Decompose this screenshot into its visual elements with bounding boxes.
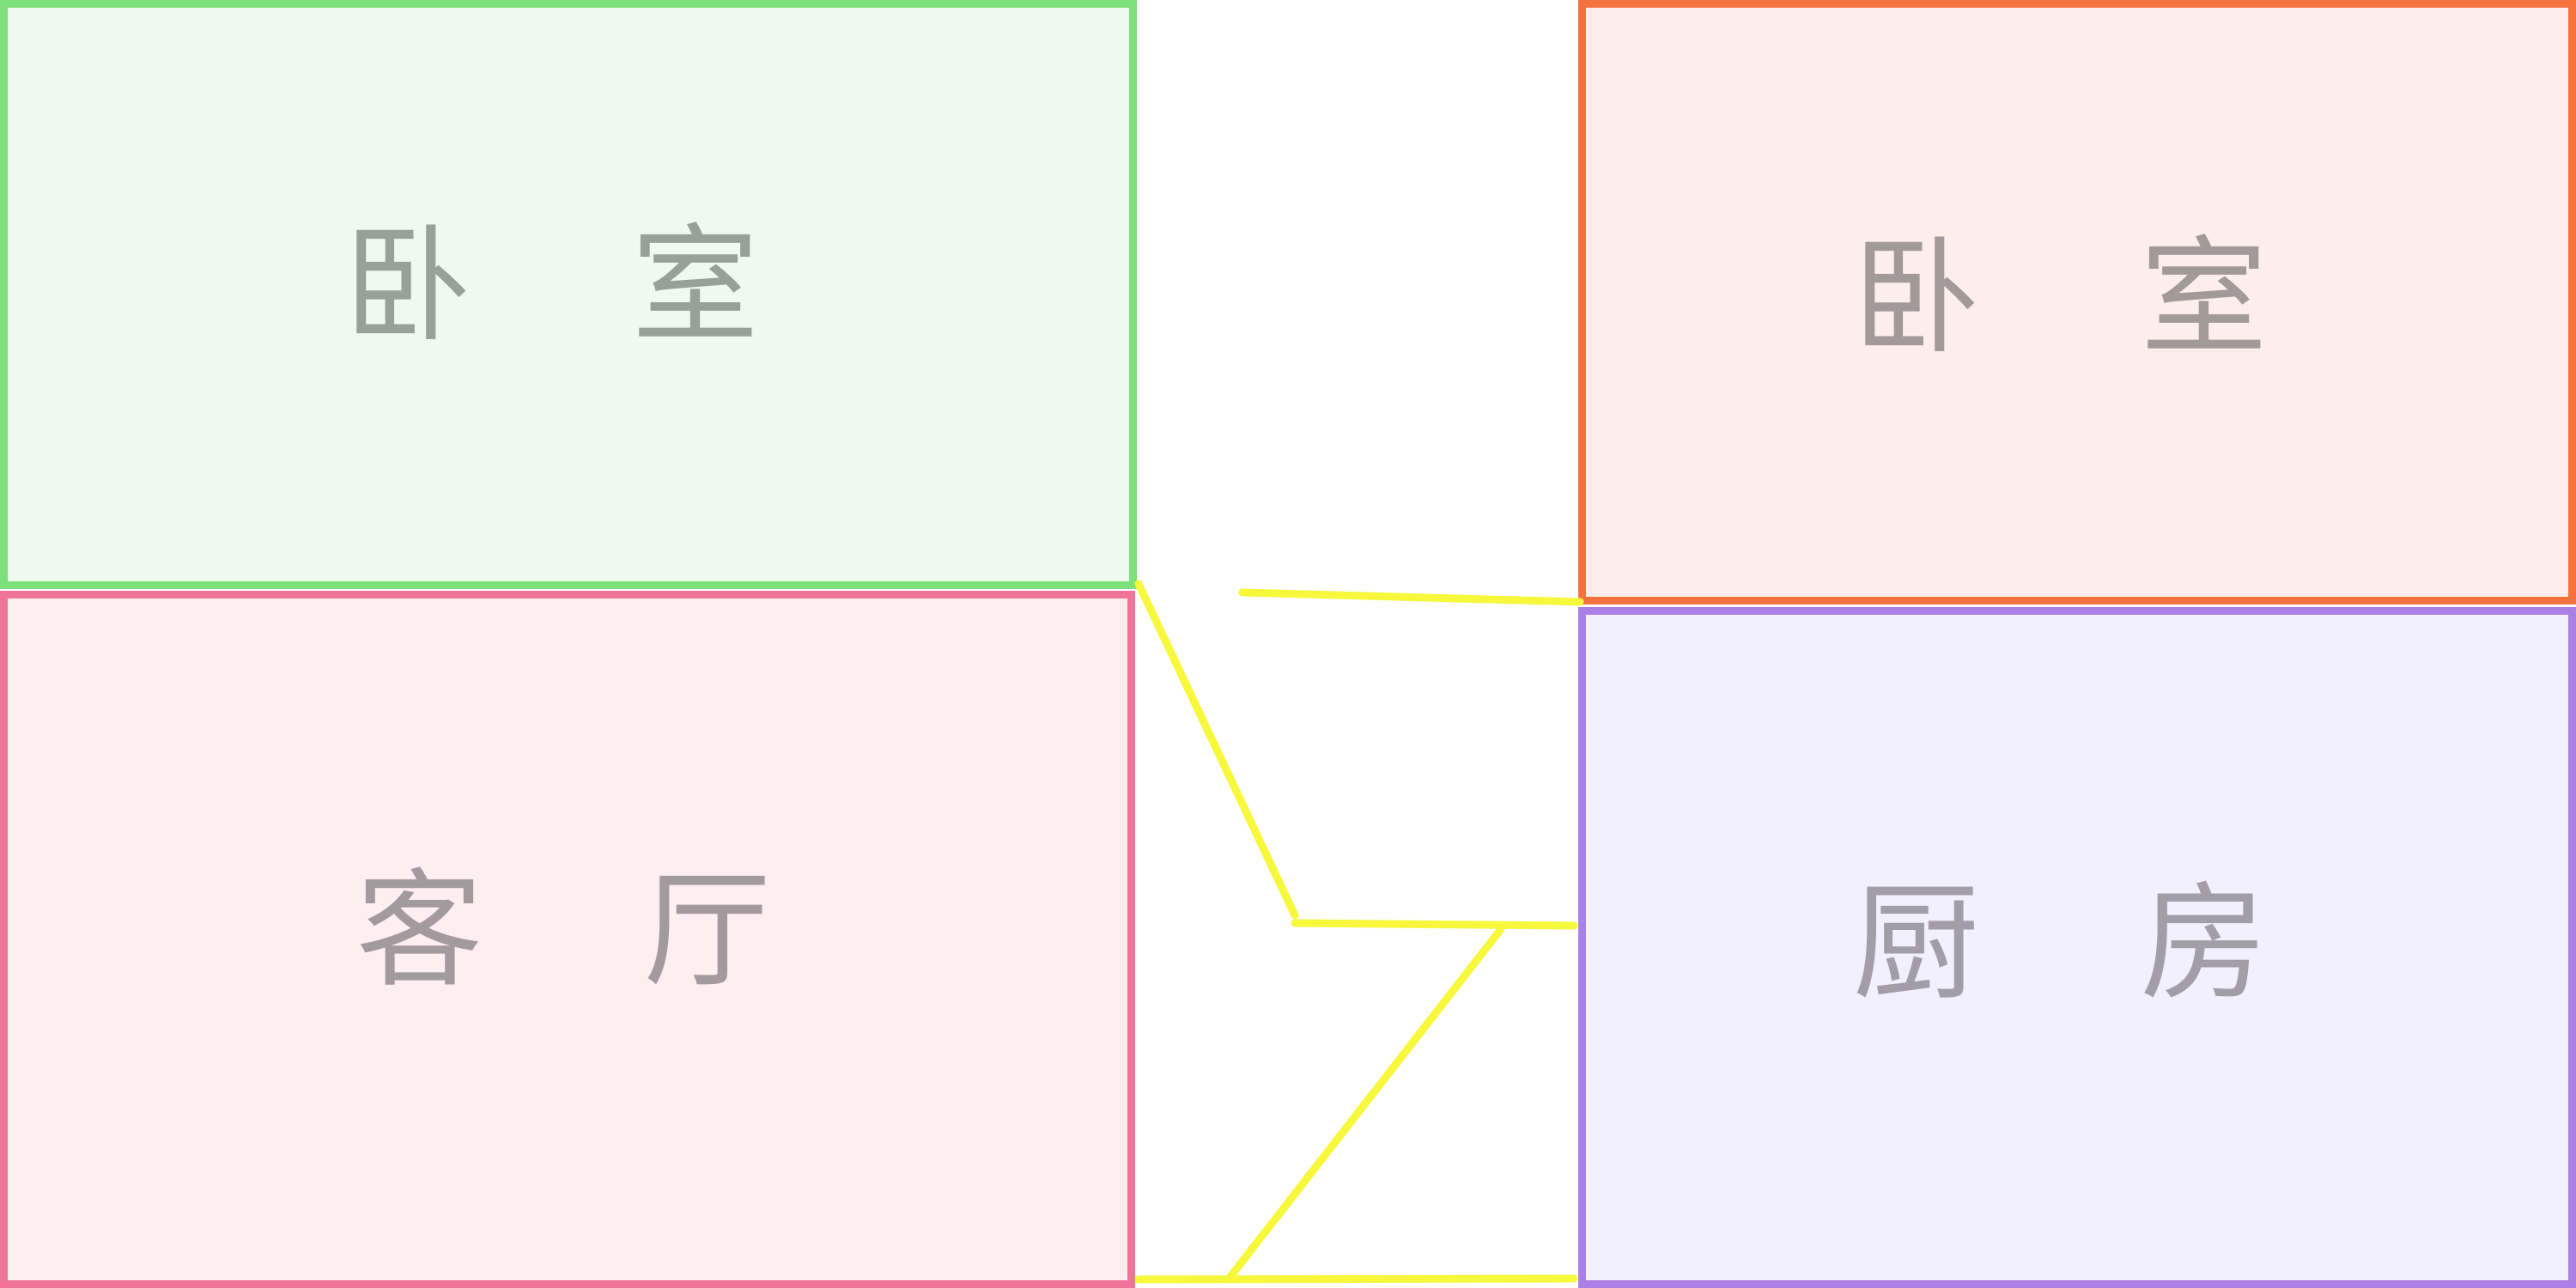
room-label-bedroom-top-left: 卧 室 <box>343 212 819 360</box>
room-bedroom-top-left: 卧 室 <box>0 0 1137 589</box>
room-label-kitchen: 厨 房 <box>1852 869 2328 1018</box>
room-living-room: 客 厅 <box>0 591 1135 1288</box>
floor-plan: 卧 室 卧 室 客 厅 厨 房 <box>0 0 2576 1288</box>
connector-line-diagonal-left <box>1134 580 1299 920</box>
room-label-living-room: 客 厅 <box>355 857 831 1005</box>
room-label-bedroom-top-right: 卧 室 <box>1852 224 2328 372</box>
connector-line-diagonal-right <box>1225 925 1505 1282</box>
room-bedroom-top-right: 卧 室 <box>1578 0 2576 605</box>
connector-line-middle <box>1291 919 1578 930</box>
room-kitchen: 厨 房 <box>1578 607 2576 1288</box>
connector-line-top <box>1238 588 1584 606</box>
